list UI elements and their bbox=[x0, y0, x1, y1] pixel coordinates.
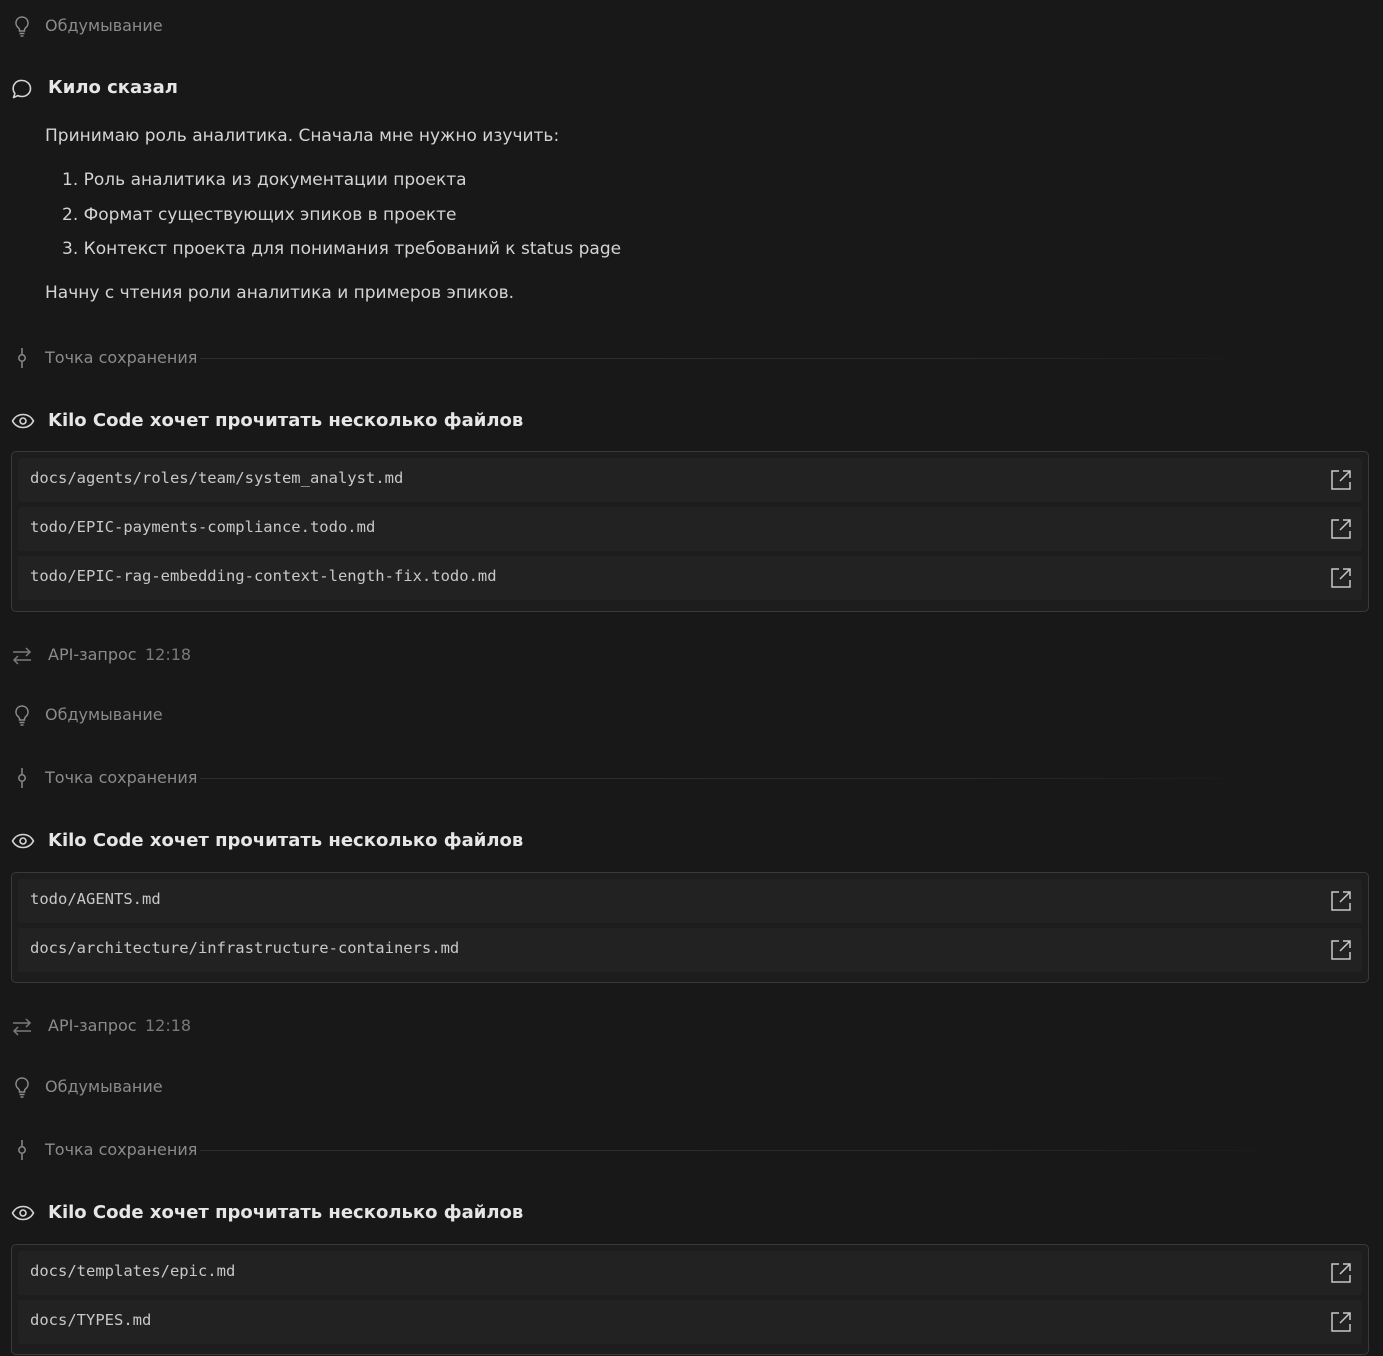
read-files-title: Kilo Code хочет прочитать несколько файл… bbox=[48, 1202, 524, 1223]
message-list-item: 1. Роль аналитика из документации проект… bbox=[62, 170, 467, 190]
api-request-time: 12:18 bbox=[145, 645, 192, 664]
arrows-exchange-icon bbox=[11, 645, 33, 667]
file-row[interactable]: todo/AGENTS.md bbox=[18, 879, 1362, 923]
message-title: Кило сказал bbox=[48, 77, 178, 98]
thinking-label: Обдумывание bbox=[45, 16, 163, 35]
checkpoint-label: Точка сохранения bbox=[45, 768, 198, 787]
file-path[interactable]: todo/EPIC-payments-compliance.todo.md bbox=[30, 518, 375, 536]
file-list: todo/AGENTS.md docs/architecture/infrast… bbox=[11, 872, 1369, 983]
checkpoint-divider bbox=[200, 1150, 1300, 1151]
external-link-icon[interactable] bbox=[1330, 890, 1352, 912]
external-link-icon[interactable] bbox=[1330, 567, 1352, 589]
eye-icon bbox=[11, 831, 35, 851]
git-commit-icon bbox=[15, 347, 29, 369]
chat-bubble-icon bbox=[11, 78, 33, 100]
message-list-item: 3. Контекст проекта для понимания требов… bbox=[62, 239, 622, 259]
lightbulb-icon bbox=[13, 1076, 31, 1098]
git-commit-icon bbox=[15, 767, 29, 789]
file-list: docs/agents/roles/team/system_analyst.md… bbox=[11, 451, 1369, 612]
file-row[interactable]: todo/EPIC-rag-embedding-context-length-f… bbox=[18, 556, 1362, 600]
lightbulb-icon bbox=[13, 704, 31, 726]
thinking-label: Обдумывание bbox=[45, 1077, 163, 1096]
external-link-icon[interactable] bbox=[1330, 939, 1352, 961]
checkpoint-divider bbox=[200, 778, 1270, 779]
file-row[interactable]: docs/architecture/infrastructure-contain… bbox=[18, 928, 1362, 972]
checkpoint-divider bbox=[200, 358, 1270, 359]
api-request-label: API-запрос bbox=[48, 1016, 137, 1035]
file-row[interactable]: docs/templates/epic.md bbox=[18, 1251, 1362, 1295]
external-link-icon[interactable] bbox=[1330, 1262, 1352, 1284]
checkpoint-label: Точка сохранения bbox=[45, 348, 198, 367]
file-path[interactable]: todo/EPIC-rag-embedding-context-length-f… bbox=[30, 567, 497, 585]
file-path[interactable]: docs/TYPES.md bbox=[30, 1311, 151, 1329]
external-link-icon[interactable] bbox=[1330, 1311, 1352, 1333]
eye-icon bbox=[11, 1203, 35, 1223]
file-row[interactable]: docs/TYPES.md bbox=[18, 1300, 1362, 1344]
git-commit-icon bbox=[15, 1139, 29, 1161]
file-list: docs/templates/epic.md docs/TYPES.md bbox=[11, 1244, 1369, 1355]
external-link-icon[interactable] bbox=[1330, 518, 1352, 540]
external-link-icon[interactable] bbox=[1330, 469, 1352, 491]
file-row[interactable]: docs/agents/roles/team/system_analyst.md bbox=[18, 458, 1362, 502]
api-request-label: API-запрос bbox=[48, 645, 137, 664]
message-intro: Принимаю роль аналитика. Сначала мне нуж… bbox=[45, 126, 560, 146]
api-request-time: 12:18 bbox=[145, 1016, 192, 1035]
file-path[interactable]: docs/agents/roles/team/system_analyst.md bbox=[30, 469, 403, 487]
message-list-item: 2. Формат существующих эпиков в проекте bbox=[62, 205, 457, 225]
lightbulb-icon bbox=[13, 15, 31, 37]
file-path[interactable]: todo/AGENTS.md bbox=[30, 890, 161, 908]
thinking-label: Обдумывание bbox=[45, 705, 163, 724]
read-files-title: Kilo Code хочет прочитать несколько файл… bbox=[48, 830, 524, 851]
message-outro: Начну с чтения роли аналитика и примеров… bbox=[45, 283, 515, 303]
checkpoint-label: Точка сохранения bbox=[45, 1140, 198, 1159]
file-path[interactable]: docs/architecture/infrastructure-contain… bbox=[30, 939, 459, 957]
file-path[interactable]: docs/templates/epic.md bbox=[30, 1262, 235, 1280]
eye-icon bbox=[11, 411, 35, 431]
file-row[interactable]: todo/EPIC-payments-compliance.todo.md bbox=[18, 507, 1362, 551]
arrows-exchange-icon bbox=[11, 1016, 33, 1038]
read-files-title: Kilo Code хочет прочитать несколько файл… bbox=[48, 410, 524, 431]
